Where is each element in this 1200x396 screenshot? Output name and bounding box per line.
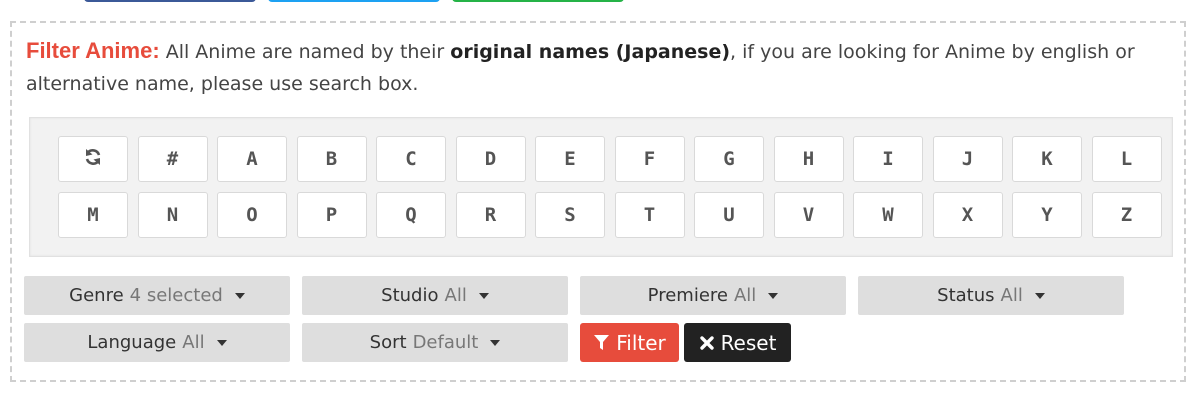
studio-value: All <box>444 285 467 306</box>
language-label: Language <box>87 332 177 353</box>
intro-text-before: All Anime are named by their <box>159 41 451 63</box>
letter-button-hash[interactable]: # <box>137 136 208 182</box>
studio-dropdown[interactable]: Studio All <box>302 276 568 315</box>
filter-panel: Filter Anime: All Anime are named by the… <box>10 21 1186 382</box>
letter-button-p[interactable]: P <box>296 192 367 238</box>
funnel-icon <box>593 334 610 351</box>
letter-button-j[interactable]: J <box>932 136 1003 182</box>
genre-value: 4 selected <box>129 285 223 306</box>
studio-label: Studio <box>381 285 439 306</box>
letter-button-f[interactable]: F <box>614 136 685 182</box>
letter-button-e[interactable]: E <box>535 136 605 182</box>
letter-button-z[interactable]: Z <box>1091 192 1162 238</box>
reset-button-label: Reset <box>720 330 777 355</box>
letter-button-i[interactable]: I <box>853 136 923 182</box>
chevron-down-icon <box>768 292 779 299</box>
letter-button-t[interactable]: T <box>614 192 685 238</box>
share-buttons-bar <box>0 0 1200 2</box>
letter-button-k[interactable]: K <box>1012 136 1082 182</box>
letter-reset-button[interactable] <box>58 136 128 182</box>
letter-button-v[interactable]: V <box>773 192 844 238</box>
close-icon <box>699 335 715 351</box>
chevron-down-icon <box>1034 292 1045 299</box>
language-dropdown[interactable]: Language All <box>24 323 290 362</box>
sort-label: Sort <box>369 332 407 353</box>
letter-button-q[interactable]: Q <box>376 192 446 238</box>
status-label: Status <box>937 285 995 306</box>
letter-button-u[interactable]: U <box>694 192 764 238</box>
status-dropdown[interactable]: Status All <box>858 276 1124 315</box>
letter-button-m[interactable]: M <box>58 192 128 238</box>
letter-button-n[interactable]: N <box>137 192 208 238</box>
premiere-dropdown[interactable]: Premiere All <box>580 276 846 315</box>
premiere-label: Premiere <box>647 285 728 306</box>
premiere-value: All <box>733 285 757 306</box>
chevron-down-icon <box>234 292 245 299</box>
letter-button-c[interactable]: C <box>376 136 446 182</box>
chevron-down-icon <box>490 339 501 346</box>
intro-bold-text: original names (Japanese) <box>450 41 731 63</box>
share-twitter-button[interactable] <box>268 0 440 2</box>
chevron-down-icon <box>216 339 227 346</box>
letter-button-r[interactable]: R <box>455 192 526 238</box>
reset-button[interactable]: Reset <box>684 323 791 362</box>
chevron-down-icon <box>478 292 489 299</box>
letter-button-x[interactable]: X <box>932 192 1003 238</box>
letter-button-h[interactable]: H <box>773 136 844 182</box>
filter-intro: Filter Anime: All Anime are named by the… <box>26 35 1156 100</box>
filter-title: Filter Anime: <box>26 38 160 63</box>
share-facebook-button[interactable] <box>84 0 256 2</box>
filter-button[interactable]: Filter <box>580 323 679 362</box>
letter-button-s[interactable]: S <box>535 192 605 238</box>
letter-button-d[interactable]: D <box>455 136 526 182</box>
sort-value: Default <box>412 332 479 353</box>
letter-button-a[interactable]: A <box>217 136 287 182</box>
letter-button-l[interactable]: L <box>1091 136 1162 182</box>
status-value: All <box>1000 285 1023 306</box>
letter-button-y[interactable]: Y <box>1012 192 1082 238</box>
share-whatsapp-button[interactable] <box>452 0 624 2</box>
refresh-icon <box>83 147 103 172</box>
genre-dropdown[interactable]: Genre 4 selected <box>24 276 290 315</box>
letter-button-o[interactable]: O <box>217 192 287 238</box>
genre-label: Genre <box>69 285 124 306</box>
language-value: All <box>182 332 205 353</box>
letter-button-b[interactable]: B <box>296 136 367 182</box>
letter-filter-box: # A B C D E F G H I J K L M N O P Q R S T U V W X Y Z <box>29 117 1173 257</box>
filter-button-label: Filter <box>616 330 666 355</box>
letter-button-g[interactable]: G <box>694 136 764 182</box>
sort-dropdown[interactable]: Sort Default <box>302 323 568 362</box>
letter-button-w[interactable]: W <box>853 192 923 238</box>
